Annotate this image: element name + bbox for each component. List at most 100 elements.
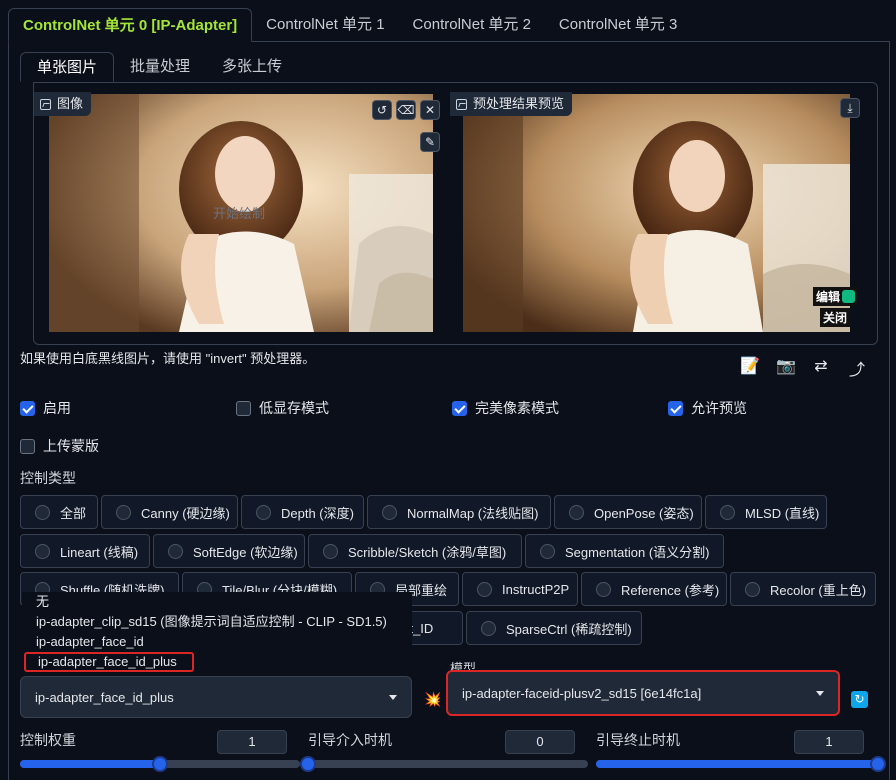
preprocessor-option-face-id-plus[interactable]: ip-adapter_face_id_plus <box>24 652 194 672</box>
clear-button[interactable]: ✕ <box>420 100 440 120</box>
control-type-all[interactable]: 全部 <box>20 495 98 529</box>
start-drawing-hint: 开始绘制 <box>213 206 266 221</box>
chevron-down-icon <box>816 690 824 696</box>
allow-preview-checkbox[interactable]: 允许预览 <box>668 398 747 418</box>
refresh-models-icon[interactable]: ↻ <box>851 691 868 708</box>
camera-icon[interactable]: 📷 <box>776 356 796 380</box>
slider-thumb[interactable] <box>152 756 168 772</box>
end-label: 引导终止时机 <box>596 732 680 748</box>
send-icon[interactable]: ⤴ <box>848 356 866 380</box>
preview-label-text: 预处理结果预览 <box>473 96 565 111</box>
control-type-instructp2p[interactable]: InstructP2P <box>462 572 578 606</box>
end-input[interactable]: 1 <box>794 730 864 754</box>
checkbox-icon[interactable] <box>236 400 251 416</box>
control-type-openpose[interactable]: OpenPose (姿态) <box>554 495 702 529</box>
brush-button[interactable]: ✎ <box>420 132 440 152</box>
swap-icon[interactable]: ⇄ <box>812 356 830 380</box>
start-slider[interactable] <box>300 756 588 772</box>
radio-label: Recolor (重上色) <box>770 582 867 598</box>
pixel-perfect-label: 完美像素模式 <box>475 400 559 416</box>
tab-unit-3[interactable]: ControlNet 单元 3 <box>545 8 691 42</box>
tab-multi-upload[interactable]: 多张上传 <box>206 52 298 82</box>
weight-slider[interactable] <box>20 756 300 772</box>
checkbox-icon[interactable] <box>668 400 683 416</box>
control-type-recolor[interactable]: Recolor (重上色) <box>730 572 876 606</box>
chevron-down-icon <box>389 694 397 700</box>
upload-mask-checkbox[interactable]: 上传蒙版 <box>20 436 99 456</box>
input-mode-tabs: 单张图片 批量处理 多张上传 <box>20 52 298 82</box>
control-type-scribble[interactable]: Scribble/Sketch (涂鸦/草图) <box>308 534 522 568</box>
checkbox-icon[interactable] <box>20 438 35 454</box>
radio-label: OpenPose (姿态) <box>594 505 694 521</box>
low-vram-checkbox[interactable]: 低显存模式 <box>236 398 329 418</box>
preview-image <box>463 94 850 332</box>
start-label: 引导介入时机 <box>308 732 392 748</box>
upload-mask-label: 上传蒙版 <box>43 438 99 454</box>
slider-fill <box>20 760 160 768</box>
radio-label: MLSD (直线) <box>745 505 820 521</box>
radio-icon <box>168 543 183 559</box>
control-type-canny[interactable]: Canny (硬边缘) <box>101 495 238 529</box>
preprocessor-option-clip[interactable]: ip-adapter_clip_sd15 (图像提示词自适应控制 - CLIP … <box>22 612 412 632</box>
run-preprocessor-icon[interactable]: 💥 <box>424 691 441 708</box>
slider-fill <box>596 760 878 768</box>
eraser-button[interactable]: ⌫ <box>396 100 416 120</box>
radio-icon <box>745 581 760 597</box>
start-input[interactable]: 0 <box>505 730 575 754</box>
image-label: 图像 <box>34 92 92 116</box>
image-icon <box>456 98 467 110</box>
radio-icon <box>596 581 611 597</box>
radio-label: Canny (硬边缘) <box>141 505 230 521</box>
control-type-reference[interactable]: Reference (参考) <box>581 572 727 606</box>
preview-label: 预处理结果预览 <box>450 92 573 116</box>
preprocessor-value: ip-adapter_face_id_plus <box>35 689 174 705</box>
radio-label: InstructP2P <box>502 581 570 597</box>
checkbox-icon[interactable] <box>20 400 35 416</box>
control-type-mlsd[interactable]: MLSD (直线) <box>705 495 827 529</box>
utility-toolbar: 📝 📷 ⇄ ⤴ <box>740 356 866 380</box>
control-type-label: 控制类型 <box>20 470 76 486</box>
undo-button[interactable]: ↺ <box>372 100 392 120</box>
download-button[interactable]: ⤓ <box>840 98 860 118</box>
preprocessor-option-face-id[interactable]: ip-adapter_face_id <box>22 632 412 652</box>
slider-thumb[interactable] <box>870 756 886 772</box>
weight-label: 控制权重 <box>20 732 76 748</box>
radio-icon <box>323 543 338 559</box>
slider-thumb[interactable] <box>300 756 316 772</box>
weight-input[interactable]: 1 <box>217 730 287 754</box>
tab-single-image[interactable]: 单张图片 <box>20 52 115 82</box>
control-type-normalmap[interactable]: NormalMap (法线贴图) <box>367 495 551 529</box>
close-preview-button[interactable]: 关闭 <box>820 308 851 327</box>
invert-hint: 如果使用白底黑线图片，请使用 "invert" 预处理器。 <box>20 351 316 366</box>
tab-batch[interactable]: 批量处理 <box>114 52 206 82</box>
model-select[interactable]: ip-adapter-faceid-plusv2_sd15 [6e14fc1a] <box>446 670 840 716</box>
controlnet-unit-tabs: ControlNet 单元 0 [IP-Adapter] ControlNet … <box>8 8 888 42</box>
preprocessor-select[interactable]: ip-adapter_face_id_plus <box>20 676 412 718</box>
model-value: ip-adapter-faceid-plusv2_sd15 [6e14fc1a] <box>462 685 702 701</box>
enable-checkbox[interactable]: 启用 <box>20 398 71 418</box>
control-type-softedge[interactable]: SoftEdge (软边缘) <box>153 534 305 568</box>
tab-unit-0[interactable]: ControlNet 单元 0 [IP-Adapter] <box>8 8 253 42</box>
checkbox-icon[interactable] <box>452 400 467 416</box>
control-type-depth[interactable]: Depth (深度) <box>241 495 364 529</box>
radio-label: Segmentation (语义分割) <box>565 544 710 560</box>
notepad-icon[interactable]: 📝 <box>740 356 760 380</box>
allow-preview-label: 允许预览 <box>691 400 747 416</box>
portrait-preview-photo <box>463 94 850 332</box>
control-type-lineart[interactable]: Lineart (线稿) <box>20 534 150 568</box>
radio-label: SoftEdge (软边缘) <box>193 544 298 560</box>
preprocessor-option-none[interactable]: 无 <box>22 592 412 612</box>
end-slider[interactable] <box>596 756 886 772</box>
radio-icon <box>481 620 496 636</box>
radio-icon <box>116 504 131 520</box>
enable-label: 启用 <box>43 400 71 416</box>
control-type-segmentation[interactable]: Segmentation (语义分割) <box>525 534 724 568</box>
edit-button[interactable]: 编辑 <box>813 287 859 306</box>
radio-label: 全部 <box>60 505 87 521</box>
pixel-perfect-checkbox[interactable]: 完美像素模式 <box>452 398 559 418</box>
tab-unit-2[interactable]: ControlNet 单元 2 <box>399 8 545 42</box>
control-type-sparsectrl[interactable]: SparseCtrl (稀疏控制) <box>466 611 642 645</box>
edit-icon <box>842 290 856 303</box>
image-icon <box>40 98 51 110</box>
tab-unit-1[interactable]: ControlNet 单元 1 <box>252 8 398 42</box>
